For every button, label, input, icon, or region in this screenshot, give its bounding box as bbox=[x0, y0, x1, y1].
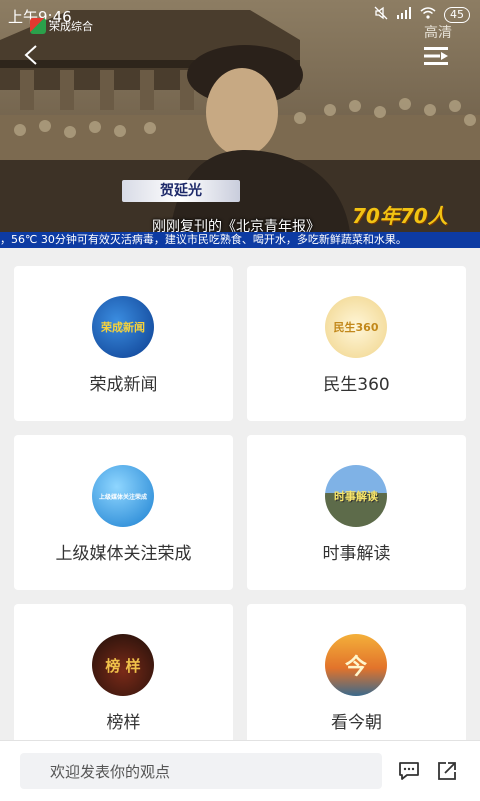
bottom-bar bbox=[0, 740, 480, 801]
channel-name: 荣成综合 bbox=[49, 20, 93, 33]
video-player[interactable]: 上午9:46 45 荣成综合 高清 贺延光 刚刚复刊的《北京青年报》 70年70… bbox=[0, 0, 480, 248]
battery-indicator: 45 bbox=[444, 6, 470, 23]
thumbnail-text: 榜 样 bbox=[105, 656, 141, 675]
signal-icon bbox=[396, 7, 412, 22]
card-minsheng-360[interactable]: 民生360 民生360 bbox=[247, 266, 466, 421]
quality-selector[interactable]: 高清 bbox=[424, 22, 452, 42]
card-label: 荣成新闻 bbox=[89, 375, 158, 395]
card-label: 榜样 bbox=[106, 713, 141, 733]
caption-name-plate: 贺延光 bbox=[122, 180, 240, 202]
thumbnail-text: 上级媒体关注荣成 bbox=[98, 493, 147, 501]
thumbnail-text: 民生360 bbox=[333, 321, 379, 334]
card-label: 民生360 bbox=[323, 375, 390, 395]
wifi-icon bbox=[420, 7, 436, 22]
card-label: 上级媒体关注荣成 bbox=[55, 544, 192, 564]
card-label: 看今朝 bbox=[331, 713, 382, 733]
program-badge: 70年70人 bbox=[352, 204, 448, 228]
role-model-thumbnail: 榜 样 bbox=[92, 634, 154, 696]
back-icon[interactable] bbox=[24, 44, 38, 70]
news-ticker: ，56℃ 30分钟可有效灭活病毒，建议市民吃熟食、喝开水，多吃新鲜蔬菜和水果。 bbox=[0, 232, 480, 248]
status-icons: 45 bbox=[374, 6, 470, 23]
channel-logo-icon bbox=[30, 18, 46, 34]
channel-logo: 荣成综合 bbox=[30, 18, 93, 34]
card-label: 时事解读 bbox=[322, 544, 391, 564]
card-role-model[interactable]: 榜 样 榜样 bbox=[14, 604, 233, 759]
comment-input[interactable] bbox=[48, 753, 372, 791]
card-media-attention[interactable]: 上级媒体关注荣成 上级媒体关注荣成 bbox=[14, 435, 233, 590]
card-rongcheng-news[interactable]: 荣成新闻 荣成新闻 bbox=[14, 266, 233, 421]
mute-icon bbox=[374, 6, 388, 23]
minsheng-360-thumbnail: 民生360 bbox=[325, 296, 387, 358]
share-icon[interactable] bbox=[437, 761, 457, 785]
thumbnail-text: 今 bbox=[344, 655, 367, 680]
comment-box[interactable] bbox=[20, 753, 382, 791]
rongcheng-news-thumbnail: 荣成新闻 bbox=[92, 296, 154, 358]
current-affairs-thumbnail: 时事解读 bbox=[325, 465, 387, 527]
media-attention-thumbnail: 上级媒体关注荣成 bbox=[92, 465, 154, 527]
playlist-icon[interactable] bbox=[424, 46, 448, 70]
card-current-affairs[interactable]: 时事解读 时事解读 bbox=[247, 435, 466, 590]
comment-icon[interactable] bbox=[398, 761, 420, 785]
thumbnail-text: 荣成新闻 bbox=[101, 321, 145, 334]
today-thumbnail: 今 bbox=[325, 634, 387, 696]
thumbnail-text: 时事解读 bbox=[334, 490, 378, 503]
card-today[interactable]: 今 看今朝 bbox=[247, 604, 466, 759]
